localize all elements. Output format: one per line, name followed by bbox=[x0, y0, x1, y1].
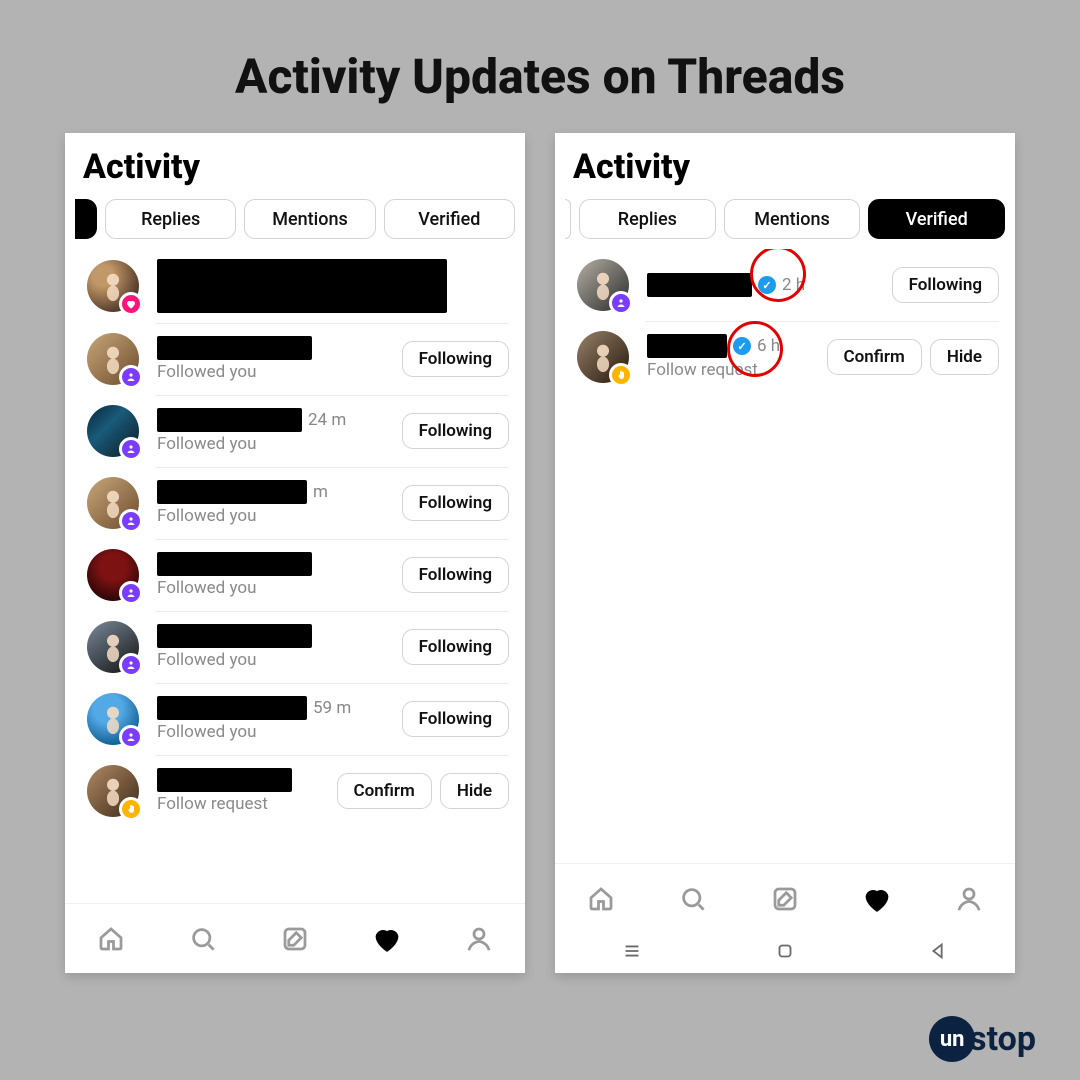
following-button[interactable]: Following bbox=[402, 485, 509, 521]
redacted-name bbox=[157, 408, 302, 432]
following-button[interactable]: Following bbox=[892, 267, 999, 303]
search-icon[interactable] bbox=[678, 884, 708, 914]
following-button[interactable]: Following bbox=[402, 413, 509, 449]
activity-feed: Followed you Following 24 m Followed y bbox=[65, 249, 525, 903]
redacted-name bbox=[157, 552, 312, 576]
home-softkey-icon[interactable] bbox=[774, 940, 796, 966]
profile-icon[interactable] bbox=[464, 924, 494, 954]
person-badge-icon bbox=[609, 291, 633, 315]
activity-row[interactable]: 59 m Followed you Following bbox=[65, 683, 525, 755]
filter-pill-mentions[interactable]: Mentions bbox=[244, 199, 375, 239]
brand-text: stop bbox=[969, 1019, 1036, 1059]
person-badge-icon bbox=[119, 725, 143, 749]
hide-button[interactable]: Hide bbox=[440, 773, 509, 809]
person-badge-icon bbox=[119, 581, 143, 605]
bottom-nav bbox=[65, 903, 525, 973]
verified-badge-icon bbox=[733, 337, 751, 355]
compose-icon[interactable] bbox=[770, 884, 800, 914]
hide-button[interactable]: Hide bbox=[930, 339, 999, 375]
redacted-name bbox=[647, 273, 752, 297]
filter-pill-replies[interactable]: Replies bbox=[105, 199, 236, 239]
activity-subtitle: Followed you bbox=[157, 434, 402, 454]
recent-apps-icon[interactable] bbox=[621, 940, 643, 966]
activity-row[interactable]: Follow request Confirm Hide bbox=[65, 755, 525, 827]
activity-feed: 2 h Following 6 h bbox=[555, 249, 1015, 863]
filter-row: Replies Mentions Verified bbox=[555, 195, 1015, 249]
following-button[interactable]: Following bbox=[402, 557, 509, 593]
activity-row[interactable]: 2 h Following bbox=[555, 249, 1015, 321]
activity-subtitle: Follow request bbox=[157, 794, 337, 814]
person-badge-icon bbox=[119, 509, 143, 533]
activity-subtitle: Followed you bbox=[157, 578, 402, 598]
following-button[interactable]: Following bbox=[402, 629, 509, 665]
filter-pill-verified[interactable]: Verified bbox=[868, 199, 1005, 239]
timestamp: 24 m bbox=[308, 410, 346, 430]
person-badge-icon bbox=[119, 437, 143, 461]
redacted-name bbox=[157, 624, 312, 648]
person-badge-icon bbox=[119, 653, 143, 677]
activity-row[interactable]: Followed you Following bbox=[65, 611, 525, 683]
confirm-button[interactable]: Confirm bbox=[337, 773, 432, 809]
wave-badge-icon bbox=[119, 797, 143, 821]
activity-subtitle: Followed you bbox=[157, 506, 402, 526]
confirm-button[interactable]: Confirm bbox=[827, 339, 922, 375]
bottom-nav bbox=[555, 863, 1015, 933]
wave-badge-icon bbox=[609, 363, 633, 387]
activity-row[interactable]: 24 m Followed you Following bbox=[65, 395, 525, 467]
following-button[interactable]: Following bbox=[402, 341, 509, 377]
person-badge-icon bbox=[119, 365, 143, 389]
activity-subtitle: Followed you bbox=[157, 362, 402, 382]
filter-pill-active-partial[interactable] bbox=[75, 199, 97, 239]
page-title: Activity Updates on Threads bbox=[0, 0, 1080, 105]
heart-icon[interactable] bbox=[862, 884, 892, 914]
timestamp: 2 h bbox=[782, 275, 805, 295]
activity-header: Activity bbox=[65, 133, 525, 195]
following-button[interactable]: Following bbox=[402, 701, 509, 737]
activity-row[interactable] bbox=[65, 249, 525, 323]
activity-row[interactable]: 6 h Follow request Confirm Hide bbox=[555, 321, 1015, 393]
phone-left: Activity Replies Mentions Verified bbox=[65, 133, 525, 973]
timestamp: m bbox=[313, 482, 328, 502]
search-icon[interactable] bbox=[188, 924, 218, 954]
activity-subtitle: Followed you bbox=[157, 650, 402, 670]
heart-icon[interactable] bbox=[372, 924, 402, 954]
activity-subtitle: Followed you bbox=[157, 722, 402, 742]
verified-badge-icon bbox=[758, 276, 776, 294]
brand-logo: un stop bbox=[929, 1016, 1036, 1062]
home-icon[interactable] bbox=[586, 884, 616, 914]
activity-header: Activity bbox=[555, 133, 1015, 195]
filter-pill-mentions[interactable]: Mentions bbox=[724, 199, 861, 239]
redacted-name bbox=[157, 336, 312, 360]
redacted-name bbox=[647, 334, 727, 358]
android-softkeys bbox=[555, 933, 1015, 973]
home-icon[interactable] bbox=[96, 924, 126, 954]
activity-row[interactable]: Followed you Following bbox=[65, 539, 525, 611]
filter-pill-replies[interactable]: Replies bbox=[579, 199, 716, 239]
redacted-name bbox=[157, 480, 307, 504]
activity-row[interactable]: m Followed you Following bbox=[65, 467, 525, 539]
redacted-name bbox=[157, 696, 307, 720]
timestamp: 59 m bbox=[313, 698, 351, 718]
redacted-block bbox=[157, 259, 447, 313]
filter-pill-verified[interactable]: Verified bbox=[384, 199, 515, 239]
back-softkey-icon[interactable] bbox=[927, 940, 949, 966]
filter-row: Replies Mentions Verified bbox=[65, 195, 525, 249]
activity-subtitle: Follow request bbox=[647, 360, 827, 380]
heart-badge-icon bbox=[119, 292, 143, 316]
phone-right: Activity Replies Mentions Verified bbox=[555, 133, 1015, 973]
redacted-name bbox=[157, 768, 292, 792]
timestamp: 6 h bbox=[757, 336, 780, 356]
activity-row[interactable]: Followed you Following bbox=[65, 323, 525, 395]
profile-icon[interactable] bbox=[954, 884, 984, 914]
compose-icon[interactable] bbox=[280, 924, 310, 954]
filter-pill-partial[interactable] bbox=[565, 199, 571, 239]
